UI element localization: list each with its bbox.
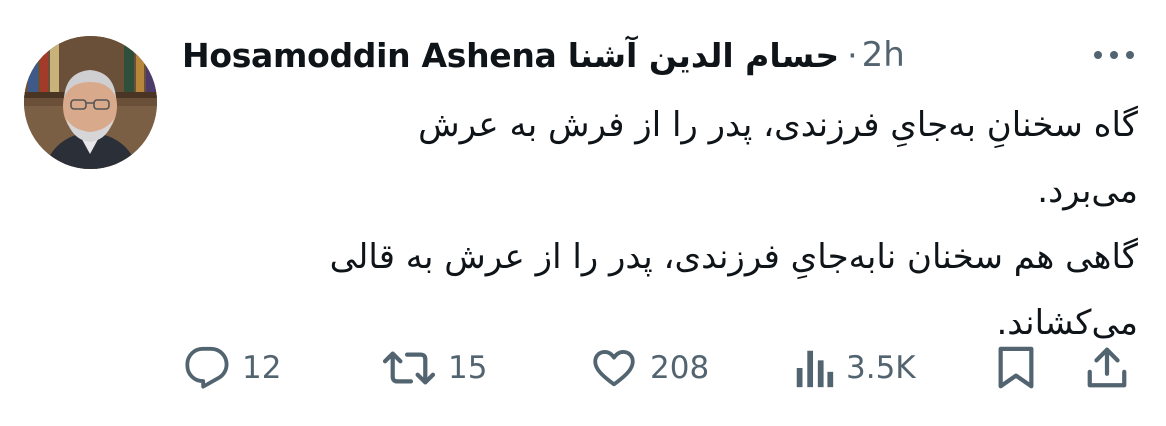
tweet-timestamp[interactable]: 2h — [862, 35, 905, 75]
share-button[interactable] — [1084, 340, 1130, 396]
more-options-button[interactable] — [1088, 40, 1140, 70]
retweet-count: 15 — [448, 350, 488, 386]
user-avatar-photo-icon — [24, 36, 157, 169]
retweet-button[interactable]: 15 — [382, 340, 487, 396]
header-separator: · — [847, 35, 858, 75]
author-display-name[interactable]: Hosamoddin Ashena حسام الدین آشنا — [182, 36, 839, 75]
heart-icon — [590, 345, 638, 391]
more-dots-icon — [1094, 51, 1134, 59]
share-icon — [1084, 345, 1130, 391]
tweet-header: Hosamoddin Ashena حسام الدین آشنا · 2h — [182, 30, 905, 80]
like-count: 208 — [650, 350, 710, 386]
author-avatar[interactable] — [24, 36, 157, 169]
bookmark-button[interactable] — [996, 340, 1036, 396]
reply-count: 12 — [242, 350, 282, 386]
reply-button[interactable]: 12 — [184, 340, 281, 396]
tweet-text-line: می‌برد. — [1037, 171, 1138, 211]
retweet-icon — [382, 345, 436, 391]
views-button[interactable]: 3.5K — [794, 340, 916, 396]
tweet-card[interactable]: Hosamoddin Ashena حسام الدین آشنا · 2h گ… — [0, 0, 1166, 426]
tweet-text-line: گاهی هم سخنان نابه‌جایِ فرزندی، پدر را ا… — [329, 237, 1138, 277]
views-count: 3.5K — [846, 350, 916, 386]
tweet-text-line: گاه سخنانِ به‌جایِ فرزندی، پدر را از فرش… — [418, 105, 1138, 145]
views-icon — [794, 345, 834, 391]
like-button[interactable]: 208 — [590, 340, 709, 396]
reply-icon — [184, 345, 230, 391]
bookmark-icon — [996, 345, 1036, 391]
tweet-text: گاه سخنانِ به‌جایِ فرزندی، پدر را از فرش… — [178, 92, 1138, 356]
